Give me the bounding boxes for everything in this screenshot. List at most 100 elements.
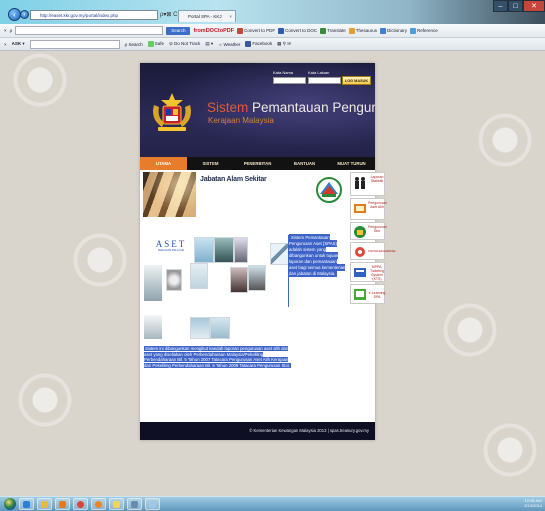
taskbar-media[interactable] bbox=[55, 498, 70, 510]
start-button[interactable] bbox=[4, 498, 16, 510]
toolbar-extra-icons[interactable]: ▦ ⚲ ✉ bbox=[277, 41, 291, 47]
aset-logo: ASET KERAJAAN MALAYSIA bbox=[155, 239, 187, 252]
folder-icon bbox=[41, 500, 48, 508]
sidebar-item-e-learning[interactable]: e-Learning SPA bbox=[350, 284, 385, 304]
people-icon bbox=[355, 177, 365, 189]
site-title: Sistem Pemantauan Pengurusan Aset bbox=[207, 100, 375, 115]
department-logo-icon bbox=[316, 177, 342, 203]
sidebar-item-knowledgebase[interactable]: KNOWLEDGEBASE bbox=[350, 242, 396, 260]
taskbar-paint[interactable] bbox=[145, 498, 160, 510]
paint-icon bbox=[149, 500, 156, 508]
address-bar[interactable]: http://easet.kkr.gov.my/portal/index.php bbox=[30, 10, 158, 20]
asset-icon bbox=[354, 204, 366, 213]
toolbar-menu-button[interactable]: ▤ ▾ bbox=[205, 41, 213, 47]
site-subtitle: Kerajaan Malaysia bbox=[208, 116, 274, 125]
ask-search-input[interactable] bbox=[29, 39, 120, 49]
close-window-button[interactable]: ✕ bbox=[523, 0, 545, 12]
collage-photo-equipment bbox=[214, 237, 234, 263]
taskbar-app-6[interactable] bbox=[109, 498, 124, 510]
taskbar-ie[interactable] bbox=[19, 498, 34, 510]
firefox-icon bbox=[95, 500, 102, 508]
maximize-button[interactable]: □ bbox=[508, 0, 523, 12]
tab-portal-spa[interactable]: Portal SPA - KKJ × bbox=[178, 10, 236, 22]
photo-collage: ASET KERAJAAN MALAYSIA bbox=[144, 235, 290, 345]
description-block: Sistem ini dibangunkan mengikut kaedah l… bbox=[144, 346, 292, 368]
translate-icon bbox=[320, 27, 327, 34]
collage-photo-sky bbox=[210, 317, 230, 339]
sidebar-item-pengurusan-stor[interactable]: Pengurusan Stor bbox=[350, 222, 387, 240]
shield-icon bbox=[147, 41, 154, 47]
e-learning-icon bbox=[354, 289, 366, 300]
thesaurus-icon bbox=[348, 27, 355, 34]
collage-photo-shelves bbox=[230, 267, 248, 293]
nav-penerbitan[interactable]: PENERBITAN bbox=[234, 157, 281, 170]
sidebar-item-pengurusan-aset-alih[interactable]: Pengurusan Aset Alih bbox=[350, 198, 387, 220]
facebook-link[interactable]: Facebook bbox=[245, 41, 272, 47]
nav-utama[interactable]: UTAMA bbox=[140, 157, 187, 170]
convert-to-doc-button[interactable]: Convert to DOC bbox=[278, 27, 317, 34]
collage-photo-crane bbox=[144, 265, 162, 301]
pdf-icon bbox=[237, 27, 244, 34]
tab-close-icon[interactable]: × bbox=[229, 11, 232, 22]
collage-photo-pole bbox=[144, 315, 162, 339]
dictionary-icon bbox=[380, 27, 386, 34]
weather-link[interactable]: ☼ Weather bbox=[218, 42, 240, 47]
convert-to-pdf-button[interactable]: Convert to PDF bbox=[237, 27, 275, 34]
sidebar-item-laporan-statistik[interactable]: Laporan Statistik bbox=[350, 172, 385, 196]
media-icon bbox=[59, 500, 66, 508]
collage-photo-aircraft bbox=[270, 243, 290, 265]
department-title: Jabatan Alam Sekitar bbox=[200, 176, 267, 183]
taskbar-app-7[interactable] bbox=[127, 498, 142, 510]
architecture-photo bbox=[143, 172, 196, 217]
minimize-button[interactable]: – bbox=[493, 0, 508, 12]
knowledgebase-icon bbox=[355, 247, 365, 257]
description-text: Sistem ini dibangunkan mengikut kaedah l… bbox=[144, 346, 292, 368]
ie-icon bbox=[23, 500, 30, 508]
main-nav: UTAMA SISTEM PENERBITAN BANTUAN MUAT TUR… bbox=[140, 157, 375, 170]
app-icon bbox=[131, 500, 138, 508]
ask-menu[interactable]: ASK ▾ bbox=[12, 41, 25, 47]
browser-titlebar: ‹ › http://easet.kkr.gov.my/portal/index… bbox=[0, 0, 545, 24]
username-input[interactable] bbox=[273, 77, 306, 84]
ask-search-link[interactable]: ρ Search bbox=[125, 42, 143, 47]
thesaurus-button[interactable]: Thesaurus bbox=[348, 27, 377, 34]
dictionary-button[interactable]: Dictionary bbox=[380, 27, 407, 34]
safe-link[interactable]: Safe bbox=[147, 41, 164, 47]
toolbar-search-input[interactable] bbox=[15, 26, 164, 35]
do-not-track-link[interactable]: ⊘ Do Not Track bbox=[169, 41, 200, 47]
tab-title: Portal SPA - KKJ bbox=[188, 14, 222, 19]
reference-button[interactable]: Reference bbox=[410, 27, 438, 34]
sidebar-item-ticketing-system[interactable]: MPPA, Ticketing System (KTS) bbox=[350, 262, 385, 282]
taskbar-chrome[interactable] bbox=[73, 498, 88, 510]
store-icon bbox=[354, 226, 366, 238]
collage-photo-blank bbox=[190, 263, 208, 289]
main-content: Jabatan Alam Sekitar ASET KERAJAAN MALAY… bbox=[140, 170, 396, 422]
username-label: Kata Nama bbox=[273, 70, 294, 75]
forward-button[interactable]: › bbox=[20, 10, 29, 19]
collage-photo-rolls bbox=[166, 269, 182, 291]
chrome-icon bbox=[77, 500, 84, 508]
password-input[interactable] bbox=[308, 77, 341, 84]
ticket-icon bbox=[354, 268, 366, 277]
toolbar-search-button[interactable]: Search bbox=[166, 26, 191, 35]
collage-photo-car bbox=[190, 317, 210, 339]
taskbar-firefox[interactable] bbox=[91, 498, 106, 510]
login-button[interactable]: LOG MASUK bbox=[342, 76, 371, 85]
close-toolbar-icon[interactable]: × bbox=[4, 28, 7, 33]
taskbar-explorer[interactable] bbox=[37, 498, 52, 510]
app-icon bbox=[113, 500, 120, 508]
site-footer: © Kementerian Kewangan Malaysia 2013 | s… bbox=[140, 422, 375, 440]
taskbar: 12:05 AM 2/13/2014 bbox=[0, 496, 545, 511]
system-clock[interactable]: 12:05 AM 2/13/2014 bbox=[524, 498, 542, 508]
toolbar-row-1: × ρ Search fromDOCtoPDF Convert to PDF C… bbox=[0, 24, 545, 38]
collage-photo-computer bbox=[248, 265, 266, 291]
nav-muat-turun[interactable]: MUAT TURUN bbox=[328, 157, 375, 170]
translate-button[interactable]: Translate bbox=[320, 27, 346, 34]
web-page: Sistem Pemantauan Pengurusan Aset Keraja… bbox=[140, 63, 396, 440]
from-doc-to-pdf-logo[interactable]: fromDOCtoPDF bbox=[193, 28, 234, 34]
reference-icon bbox=[410, 27, 417, 34]
site-banner: Sistem Pemantauan Pengurusan Aset Keraja… bbox=[140, 63, 375, 157]
nav-bantuan[interactable]: BANTUAN bbox=[281, 157, 328, 170]
close-ask-toolbar-icon[interactable]: × bbox=[4, 42, 7, 47]
nav-sistem[interactable]: SISTEM bbox=[187, 157, 234, 170]
